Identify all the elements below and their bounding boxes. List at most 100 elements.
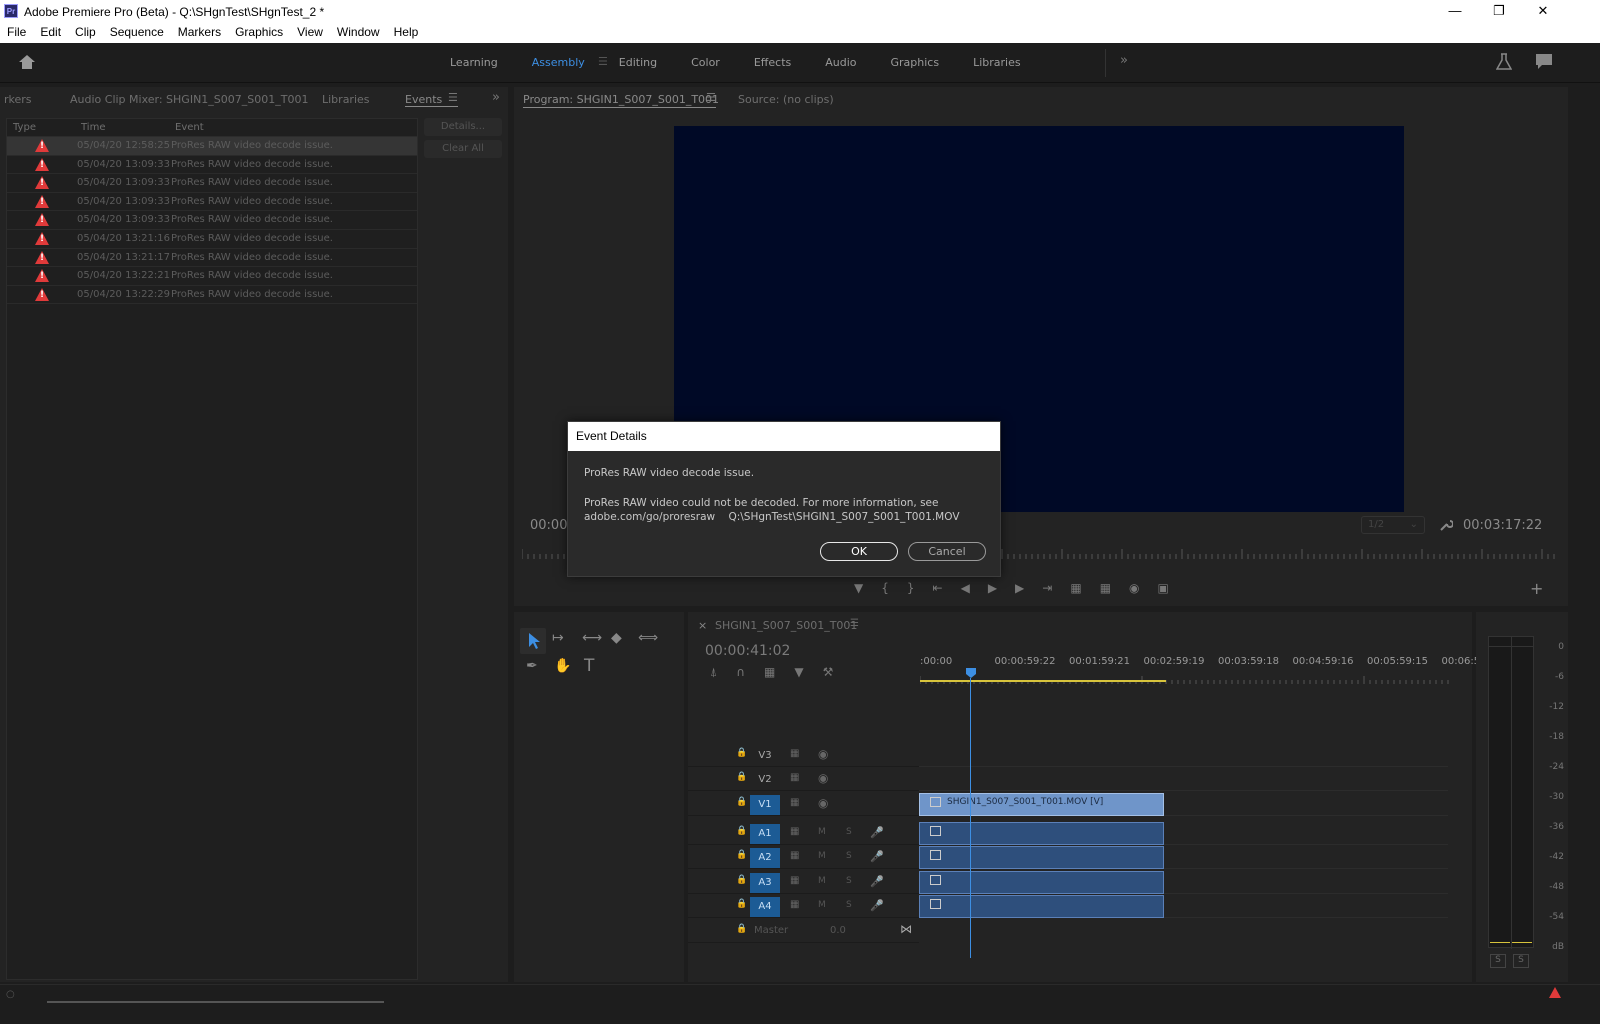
feedback-icon[interactable] [1535,53,1553,71]
solo-button[interactable]: S [846,876,852,886]
snap-magnet-icon[interactable]: ∩ [736,665,745,680]
event-row[interactable]: 05/04/20 13:09:33ProRes RAW video decode… [7,156,417,175]
event-row[interactable]: 05/04/20 12:58:25ProRes RAW video decode… [7,137,417,156]
lock-icon[interactable]: 🔒 [736,772,747,782]
track-header-a1[interactable]: 🔒 A1 ▦ M S 🎤 [688,822,919,845]
track-target-label[interactable]: V1 [750,795,780,815]
lock-icon[interactable]: 🔒 [736,924,747,934]
ripple-edit-tool-icon[interactable]: ⟷ [582,630,602,646]
track-header-v3[interactable]: 🔒 V3 ▦ ◉ [688,744,919,767]
tab-source[interactable]: Source: (no clips) [738,93,834,106]
step-forward-icon[interactable]: ▶ [1015,581,1024,595]
audio-clip[interactable] [919,846,1164,869]
panel-menu-icon[interactable]: ☰ [448,91,458,104]
step-back-icon[interactable]: ◀ [961,581,970,595]
mute-button[interactable]: M [818,827,826,837]
track-header-a4[interactable]: 🔒 A4 ▦ M S 🎤 [688,895,919,918]
audio-clip[interactable] [919,895,1164,918]
panel-overflow-icon[interactable]: » [492,90,500,105]
menu-file[interactable]: File [7,23,26,43]
voiceover-mic-icon[interactable]: 🎤 [870,875,884,888]
lock-icon[interactable]: 🔒 [736,875,747,885]
linked-selection-icon[interactable]: ▦ [764,665,775,680]
track-header-a3[interactable]: 🔒 A3 ▦ M S 🎤 [688,871,919,894]
menu-markers[interactable]: Markers [178,23,221,43]
master-volume[interactable]: 0.0 [830,925,846,936]
track-target-label[interactable]: V2 [750,770,780,790]
mute-button[interactable]: M [818,900,826,910]
warning-icon[interactable] [1549,987,1561,998]
close-button[interactable]: ✕ [1520,0,1566,23]
go-to-out-icon[interactable]: ⇥ [1042,581,1052,595]
solo-button[interactable]: S [846,827,852,837]
sync-lock-icon[interactable]: ▦ [790,899,799,910]
solo-button[interactable]: S [846,900,852,910]
sequence-menu-icon[interactable]: ☰ [850,618,859,629]
column-time[interactable]: Time [81,122,105,133]
toggle-visibility-eye-icon[interactable]: ◉ [818,771,828,785]
mark-out-icon[interactable]: } [907,581,915,595]
event-row[interactable]: 05/04/20 13:21:16ProRes RAW video decode… [7,230,417,249]
track-target-label[interactable]: V3 [750,746,780,766]
toggle-visibility-eye-icon[interactable]: ◉ [818,747,828,761]
go-to-in-icon[interactable]: ⇤ [933,581,943,595]
menu-sequence[interactable]: Sequence [110,23,164,43]
comparison-view-icon[interactable]: ▣ [1158,581,1169,595]
event-row[interactable]: 05/04/20 13:21:17ProRes RAW video decode… [7,249,417,268]
beta-flask-icon[interactable] [1496,53,1512,71]
add-marker-icon[interactable]: ▼ [794,665,803,680]
solo-right-button[interactable]: S [1513,954,1529,968]
workspace-menu-icon[interactable]: ☰ [598,55,608,68]
workspace-effects[interactable]: Effects [754,43,791,83]
audio-clip[interactable] [919,822,1164,845]
wrench-icon[interactable] [1439,518,1453,532]
close-sequence-icon[interactable]: × [698,619,707,632]
tab-audio-clip-mixer[interactable]: Audio Clip Mixer: SHGIN1_S007_S001_T001 [70,93,308,106]
type-tool-icon[interactable]: T [584,656,594,676]
menu-edit[interactable]: Edit [40,23,61,43]
timeline-ruler[interactable]: :00:00 00:00:59:22 00:01:59:21 00:02:59:19 0… [920,656,1480,670]
event-row[interactable]: 05/04/20 13:09:33ProRes RAW video decode… [7,193,417,212]
mute-button[interactable]: M [818,876,826,886]
track-header-a2[interactable]: 🔒 A2 ▦ M S 🎤 [688,846,919,869]
razor-tool-icon[interactable]: ◆ [611,630,622,646]
nest-icon[interactable]: ⍋ [710,665,717,680]
minimize-button[interactable]: — [1432,0,1478,23]
tab-program[interactable]: Program: SHGIN1_S007_S001_T001 [523,93,719,106]
track-header-v2[interactable]: 🔒 V2 ▦ ◉ [688,768,919,791]
add-button-icon[interactable]: + [1530,579,1543,598]
slip-tool-icon[interactable]: ⟺ [638,630,658,646]
ok-button[interactable]: OK [820,542,898,561]
workspace-audio[interactable]: Audio [825,43,856,83]
overwrite-icon[interactable]: ▦ [1100,581,1111,595]
column-type[interactable]: Type [13,122,36,133]
sync-lock-icon[interactable]: ▦ [790,772,799,783]
voiceover-mic-icon[interactable]: 🎤 [870,826,884,839]
restore-button[interactable]: ❐ [1476,0,1522,23]
mute-button[interactable]: M [818,851,826,861]
timeline-timecode[interactable]: 00:00:41:02 [705,643,790,659]
export-frame-icon[interactable]: ◉ [1129,581,1139,595]
sync-lock-icon[interactable]: ▦ [790,748,799,759]
clear-all-button[interactable]: Clear All [424,140,502,158]
tab-markers[interactable]: rkers [4,93,32,106]
workspace-assembly[interactable]: Assembly [532,43,585,83]
track-header-v1[interactable]: 🔒 V1 ▦ ◉ [688,793,919,816]
pen-tool-icon[interactable]: ✒ [526,658,538,674]
event-row[interactable]: 05/04/20 13:22:29ProRes RAW video decode… [7,286,417,305]
track-target-label[interactable]: A3 [750,873,780,893]
solo-left-button[interactable]: S [1490,954,1506,968]
cancel-button[interactable]: Cancel [908,542,986,561]
event-row[interactable]: 05/04/20 13:09:33ProRes RAW video decode… [7,174,417,193]
voiceover-mic-icon[interactable]: 🎤 [870,850,884,863]
sync-lock-icon[interactable]: ▦ [790,797,799,808]
sync-lock-icon[interactable]: ▦ [790,826,799,837]
overflow-chevron-icon[interactable]: » [1120,53,1128,68]
audio-clip[interactable] [919,871,1164,894]
event-row[interactable]: 05/04/20 13:22:21ProRes RAW video decode… [7,267,417,286]
workspace-learning[interactable]: Learning [450,43,498,83]
track-select-tool-icon[interactable]: ↦ [552,630,564,646]
menu-view[interactable]: View [297,23,323,43]
menu-clip[interactable]: Clip [75,23,96,43]
lock-icon[interactable]: 🔒 [736,850,747,860]
